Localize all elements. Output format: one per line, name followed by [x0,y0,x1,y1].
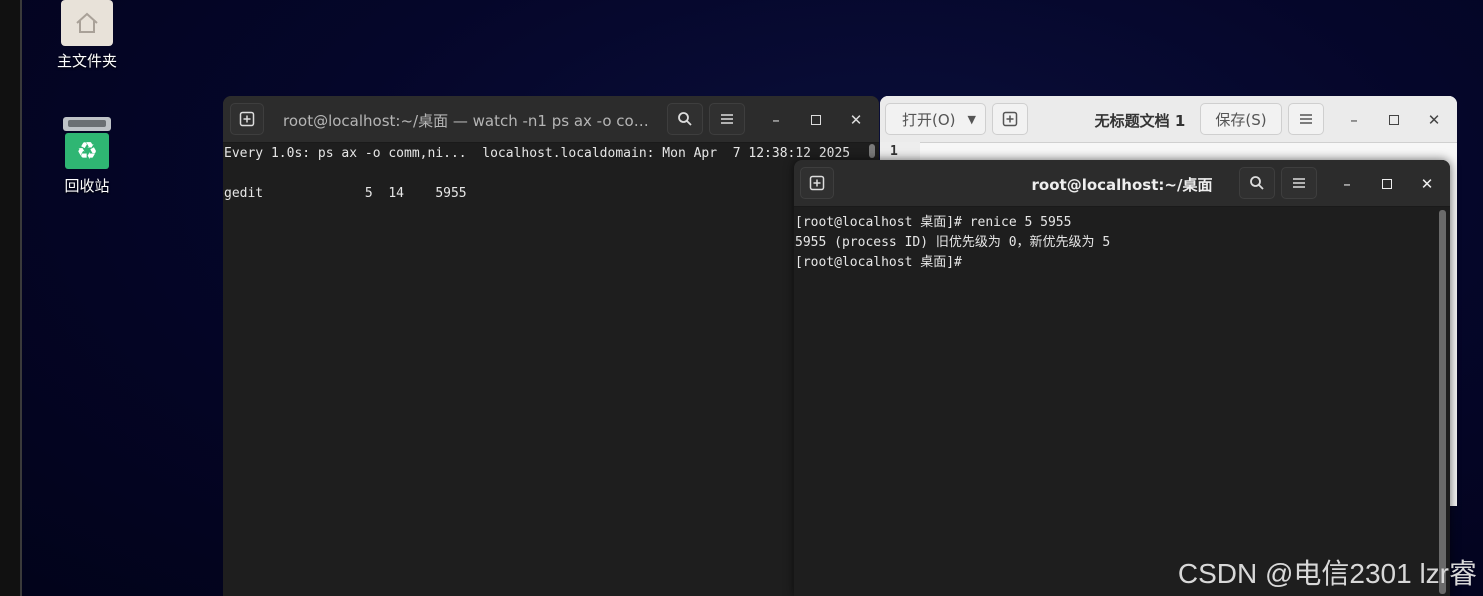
window-title: root@localhost:~/桌面 — watch -n1 ps ax -o… [283,112,653,130]
save-button[interactable]: 保存(S) [1200,103,1282,135]
close-icon: ✕ [849,111,863,129]
gedit-header: 打开(O) ▼ 无标题文档 1 保存(S) – ✕ [880,96,1457,143]
search-icon [678,112,692,126]
desktop-icon-label: 主文件夹 [56,52,117,70]
minimize-button[interactable]: – [1344,110,1364,130]
scrollbar[interactable] [869,144,875,158]
open-button-label: 打开(O) [902,110,956,129]
menu-button[interactable] [709,103,745,135]
minimize-icon: – [1343,175,1351,193]
new-tab-icon [809,175,825,191]
desktop-recycle-bin[interactable]: ♻ 回收站 [47,117,127,196]
search-button[interactable] [1239,167,1275,199]
menu-button[interactable] [1288,103,1324,135]
terminal-line: 5955 (process ID) 旧优先级为 0，新优先级为 5 [795,235,1111,250]
close-button[interactable]: ✕ [1424,110,1444,130]
new-tab-icon [239,111,255,127]
menu-button[interactable] [1281,167,1317,199]
line-number: 1 [890,144,898,159]
hamburger-menu-icon [721,114,733,124]
chevron-down-icon: ▼ [967,112,976,126]
terminal-line: [root@localhost 桌面]# [795,255,962,270]
hamburger-menu-icon [1293,178,1305,188]
home-folder-icon [61,0,113,46]
terminal-line: Every 1.0s: ps ax -o comm,ni... localhos… [224,146,851,161]
document-title: 无标题文档 1 [1094,112,1186,130]
new-tab-button[interactable] [800,167,834,199]
recycle-bin-icon: ♻ [63,117,111,171]
new-tab-button[interactable] [230,103,264,135]
maximize-button[interactable] [806,110,826,130]
hamburger-menu-icon [1300,114,1312,124]
maximize-button[interactable] [1384,110,1404,130]
minimize-icon: – [1350,111,1358,129]
desktop-icon-label: 回收站 [64,177,110,195]
minimize-button[interactable]: – [766,110,786,130]
left-panel-edge [0,0,22,596]
maximize-icon [1389,115,1399,125]
desktop-home-folder[interactable]: 主文件夹 [47,0,127,71]
window-title: root@localhost:~/桌面 [1031,176,1213,194]
minimize-button[interactable]: – [1337,174,1357,194]
scrollbar[interactable] [1439,210,1446,594]
terminal-line: gedit 5 14 5955 [224,186,467,201]
terminal-header: root@localhost:~/桌面 – ✕ [794,160,1450,207]
terminal-line: [root@localhost 桌面]# renice 5 5955 [795,215,1072,230]
close-icon: ✕ [1420,175,1434,193]
maximize-icon [811,115,821,125]
minimize-icon: – [772,111,780,129]
terminal-window-shell[interactable]: root@localhost:~/桌面 – ✕ [root@localhost … [794,160,1450,596]
close-button[interactable]: ✕ [846,110,866,130]
new-document-icon [1002,111,1018,127]
save-button-label: 保存(S) [1215,110,1267,129]
new-document-button[interactable] [992,103,1028,135]
maximize-button[interactable] [1377,174,1397,194]
watermark: CSDN @电信2301 lzr睿 [1177,558,1477,589]
close-button[interactable]: ✕ [1417,174,1437,194]
search-icon [1250,176,1264,190]
close-icon: ✕ [1427,111,1441,129]
terminal-window-watch[interactable]: root@localhost:~/桌面 — watch -n1 ps ax -o… [223,96,879,596]
open-button[interactable]: 打开(O) ▼ [885,103,986,135]
search-button[interactable] [667,103,703,135]
terminal-header: root@localhost:~/桌面 — watch -n1 ps ax -o… [223,96,879,143]
maximize-icon [1382,179,1392,189]
